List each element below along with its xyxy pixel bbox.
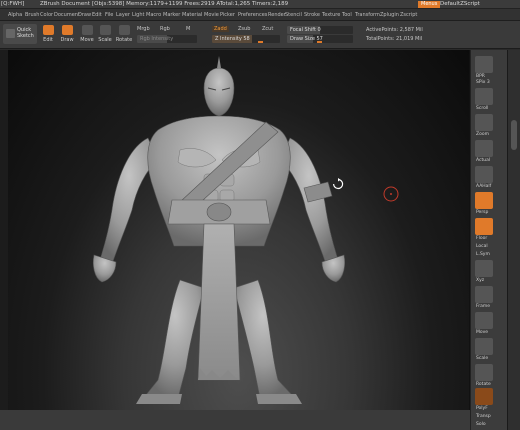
- rotate-cursor-icon: [333, 178, 344, 190]
- canvas-viewport[interactable]: [8, 50, 470, 410]
- polyf-button[interactable]: [475, 388, 493, 405]
- menu-bar: Alpha Brush Color Document Draw Edit Fil…: [0, 9, 520, 21]
- menu-transform[interactable]: Transform: [355, 12, 380, 18]
- menu-brush[interactable]: Brush: [25, 12, 39, 18]
- frame-button[interactable]: [475, 286, 493, 303]
- focal-shift-slider[interactable]: Focal Shift 0: [287, 26, 353, 34]
- default-zscript-label[interactable]: DefaultZScript: [440, 1, 480, 7]
- left-tray: [0, 50, 8, 430]
- brush-cursor-icon: [383, 186, 399, 202]
- scroll-button[interactable]: [475, 88, 493, 105]
- menu-texture[interactable]: Texture: [322, 12, 340, 18]
- move-button-right[interactable]: [475, 312, 493, 329]
- draw-button[interactable]: Draw: [59, 24, 75, 44]
- slider-knob[interactable]: [258, 41, 263, 43]
- rgb-intensity-slider[interactable]: Rgb Intensity: [137, 35, 197, 43]
- menu-marker[interactable]: Marker: [163, 12, 180, 18]
- title-bar: [Q:FWH] ZBrush Document [Objs:5398] Memo…: [0, 0, 520, 9]
- zsub-toggle[interactable]: Zsub: [238, 26, 250, 32]
- menu-preferences[interactable]: Preferences: [238, 12, 267, 18]
- zoom-button[interactable]: [475, 114, 493, 131]
- scrollbar-thumb[interactable]: [511, 120, 517, 150]
- bottom-shelf: [0, 410, 470, 430]
- menu-draw[interactable]: Draw: [78, 12, 91, 18]
- menu-picker[interactable]: Picker: [220, 12, 235, 18]
- scale-button-right[interactable]: [475, 338, 493, 355]
- menu-light[interactable]: Light: [132, 12, 144, 18]
- menu-stroke[interactable]: Stroke: [304, 12, 320, 18]
- rotate-button[interactable]: Rotate: [115, 24, 133, 44]
- zcut-toggle[interactable]: Zcut: [262, 26, 273, 32]
- menu-document[interactable]: Document: [54, 12, 80, 18]
- xyz-button[interactable]: [475, 260, 493, 277]
- z-intensity-slider[interactable]: Z Intensity 58: [212, 35, 280, 43]
- rotate-icon: [118, 25, 130, 35]
- menu-zplugin[interactable]: Zplugin: [380, 12, 399, 18]
- actual-button[interactable]: [475, 140, 493, 157]
- mrgb-toggle[interactable]: Mrgb: [137, 26, 150, 32]
- menu-layer[interactable]: Layer: [116, 12, 130, 18]
- menu-color[interactable]: Color: [40, 12, 53, 18]
- rotate-button-right[interactable]: [475, 364, 493, 381]
- edit-button[interactable]: Edit: [40, 24, 56, 44]
- app-title: ZBrush Document: [40, 1, 90, 7]
- sketch-icon: [6, 29, 15, 38]
- total-points-readout: TotalPoints: 21,019 Mil: [366, 36, 423, 42]
- sculpted-warrior-model: [92, 56, 346, 404]
- floor-button[interactable]: [475, 218, 493, 235]
- m-toggle[interactable]: M: [186, 26, 190, 32]
- draw-size-slider[interactable]: Draw Size 57: [287, 35, 353, 43]
- top-shelf: Quick Sketch Edit Draw Move Scale Rotate…: [0, 21, 520, 49]
- draw-icon: [61, 25, 73, 35]
- bpr-button[interactable]: [475, 56, 493, 73]
- menu-material[interactable]: Material: [182, 12, 202, 18]
- menu-zscript[interactable]: Zscript: [400, 12, 417, 18]
- title-prefix: [Q:FWH]: [1, 1, 25, 7]
- quick-sketch-button[interactable]: Quick Sketch: [3, 24, 37, 44]
- right-scroll-strip[interactable]: [507, 50, 520, 430]
- move-button[interactable]: Move: [79, 24, 95, 44]
- menu-alpha[interactable]: Alpha: [8, 12, 22, 18]
- active-points-readout: ActivePoints: 2,587 Mil: [366, 27, 423, 33]
- edit-icon: [42, 25, 54, 35]
- persp-button[interactable]: [475, 192, 493, 209]
- move-icon: [81, 25, 93, 35]
- rgb-toggle[interactable]: Rgb: [160, 26, 170, 32]
- menus-button[interactable]: Menus: [418, 1, 441, 8]
- menu-macro[interactable]: Macro: [146, 12, 161, 18]
- scale-icon: [99, 25, 111, 35]
- memory-stats: [Objs:5398] Memory:1179+1199 Frees:2919 …: [92, 1, 289, 7]
- menu-file[interactable]: File: [105, 12, 113, 18]
- zadd-toggle[interactable]: Zadd: [212, 26, 229, 32]
- scale-button[interactable]: Scale: [97, 24, 113, 44]
- menu-tool[interactable]: Tool: [342, 12, 352, 18]
- bpr-label: BPR: [476, 74, 485, 79]
- slider-knob[interactable]: [317, 41, 322, 43]
- menu-stencil[interactable]: Stencil: [285, 12, 302, 18]
- aahalf-button[interactable]: [475, 166, 493, 183]
- menu-movie[interactable]: Movie: [204, 12, 219, 18]
- spix-label: SPix 3: [476, 80, 490, 85]
- menu-edit[interactable]: Edit: [92, 12, 102, 18]
- menu-render[interactable]: Render: [268, 12, 286, 18]
